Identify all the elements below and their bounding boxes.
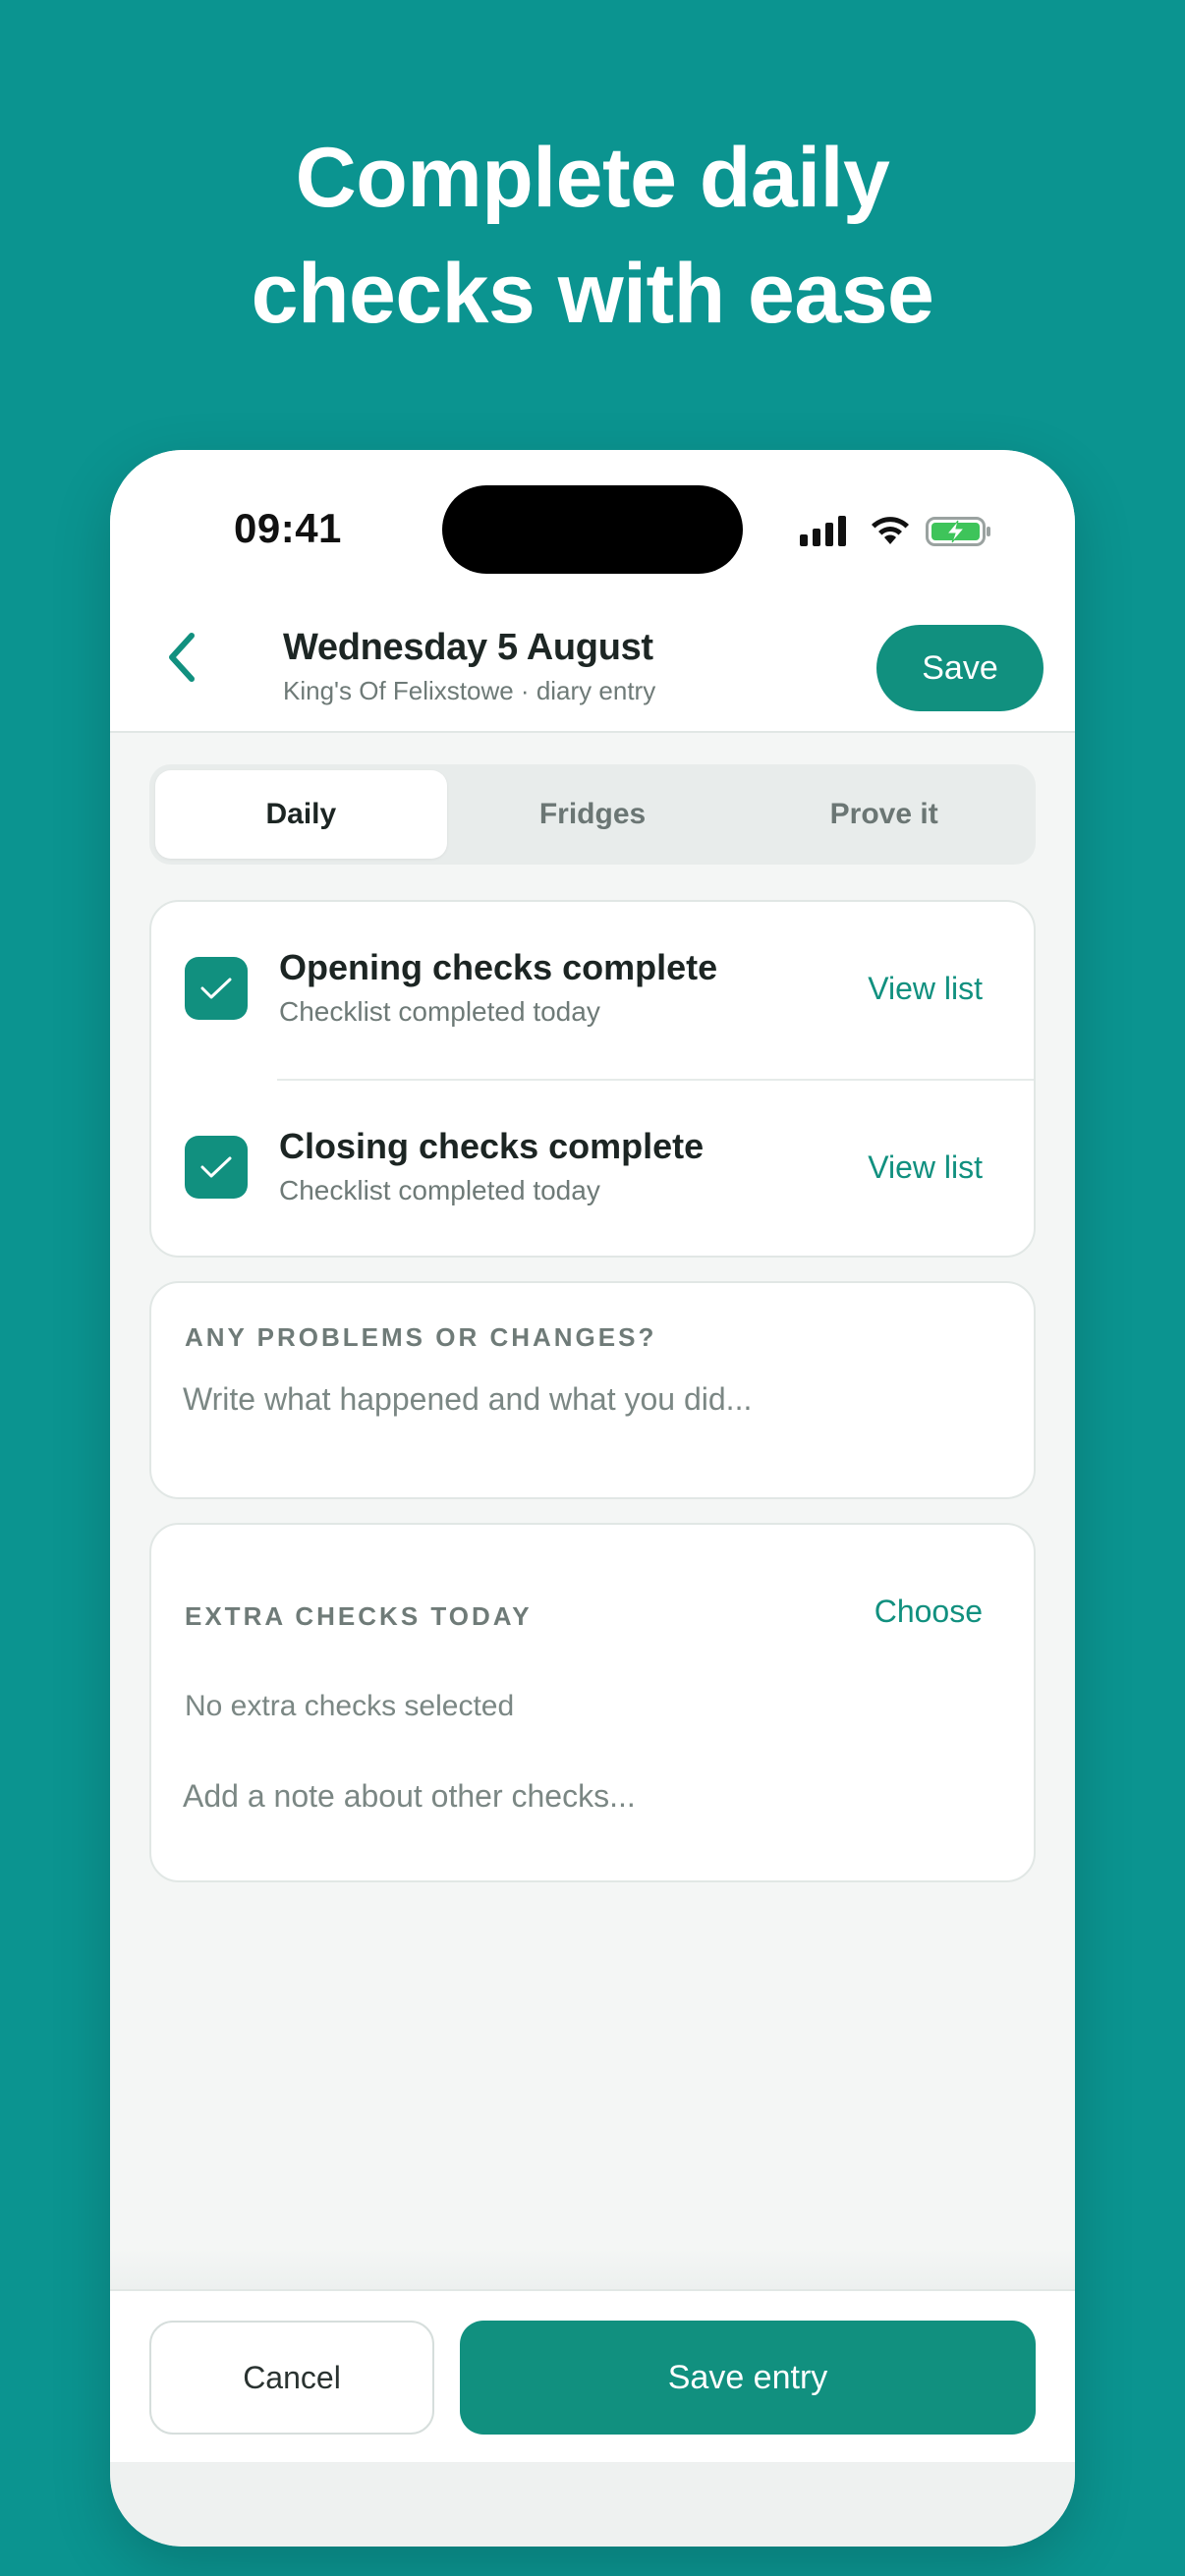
closing-checks-title: Closing checks complete	[279, 1126, 705, 1166]
opening-checks-row: Opening checks complete Checklist comple…	[151, 902, 1034, 1079]
headline-line-1: Complete daily	[295, 131, 890, 225]
checkmark-icon	[200, 1156, 232, 1178]
signal-icon	[800, 516, 846, 546]
page-title: Wednesday 5 August	[283, 627, 653, 668]
problems-card: ANY PROBLEMS OR CHANGES?	[149, 1281, 1036, 1499]
opening-checks-subtitle: Checklist completed today	[279, 996, 600, 1027]
page-subtitle: King's Of Felixstowe · diary entry	[283, 676, 656, 705]
opening-checks-title: Opening checks complete	[279, 947, 718, 987]
phone-frame: 09:41 Wednesday 5 August King's Of Felix…	[110, 450, 1075, 2547]
status-time: 09:41	[234, 505, 342, 551]
headline-line-2: checks with ease	[251, 247, 934, 341]
problems-label: ANY PROBLEMS OR CHANGES?	[185, 1322, 657, 1352]
bottom-action-bar: Cancel Save entry	[110, 2289, 1075, 2462]
top-bar: 09:41 Wednesday 5 August King's Of Felix…	[110, 450, 1075, 733]
opening-view-list-link[interactable]: View list	[868, 971, 983, 1007]
tab-prove-it[interactable]: Prove it	[738, 770, 1030, 859]
save-entry-button[interactable]: Save entry	[460, 2321, 1036, 2435]
no-extra-checks-text: No extra checks selected	[185, 1690, 515, 1722]
status-icons	[800, 513, 996, 548]
choose-extra-checks-link[interactable]: Choose	[875, 1594, 983, 1630]
extra-checks-label: EXTRA CHECKS TODAY	[185, 1601, 533, 1631]
cancel-button[interactable]: Cancel	[149, 2321, 434, 2435]
tab-bar: Daily Fridges Prove it	[149, 764, 1036, 865]
marketing-headline: Complete daily checks with ease	[0, 120, 1185, 352]
tab-fridges[interactable]: Fridges	[447, 770, 739, 859]
closing-checks-row: Closing checks complete Checklist comple…	[151, 1081, 1034, 1258]
chevron-left-icon	[169, 633, 195, 682]
opening-checks-checkbox[interactable]	[185, 957, 248, 1020]
checkmark-icon	[200, 978, 232, 999]
tab-daily[interactable]: Daily	[155, 770, 447, 859]
problems-input[interactable]	[183, 1370, 998, 1428]
closing-checks-subtitle: Checklist completed today	[279, 1175, 600, 1205]
closing-view-list-link[interactable]: View list	[868, 1149, 983, 1186]
extra-checks-note-input[interactable]	[183, 1766, 998, 1825]
save-button[interactable]: Save	[876, 625, 1044, 711]
battery-charging-icon	[926, 517, 990, 546]
back-button[interactable]	[147, 623, 216, 692]
wifi-icon	[872, 517, 909, 544]
home-indicator-area	[110, 2462, 1075, 2547]
extra-checks-card: EXTRA CHECKS TODAY Choose No extra check…	[149, 1523, 1036, 1882]
closing-checks-checkbox[interactable]	[185, 1136, 248, 1199]
checklist-card: Opening checks complete Checklist comple…	[149, 900, 1036, 1258]
dynamic-island	[442, 485, 743, 574]
